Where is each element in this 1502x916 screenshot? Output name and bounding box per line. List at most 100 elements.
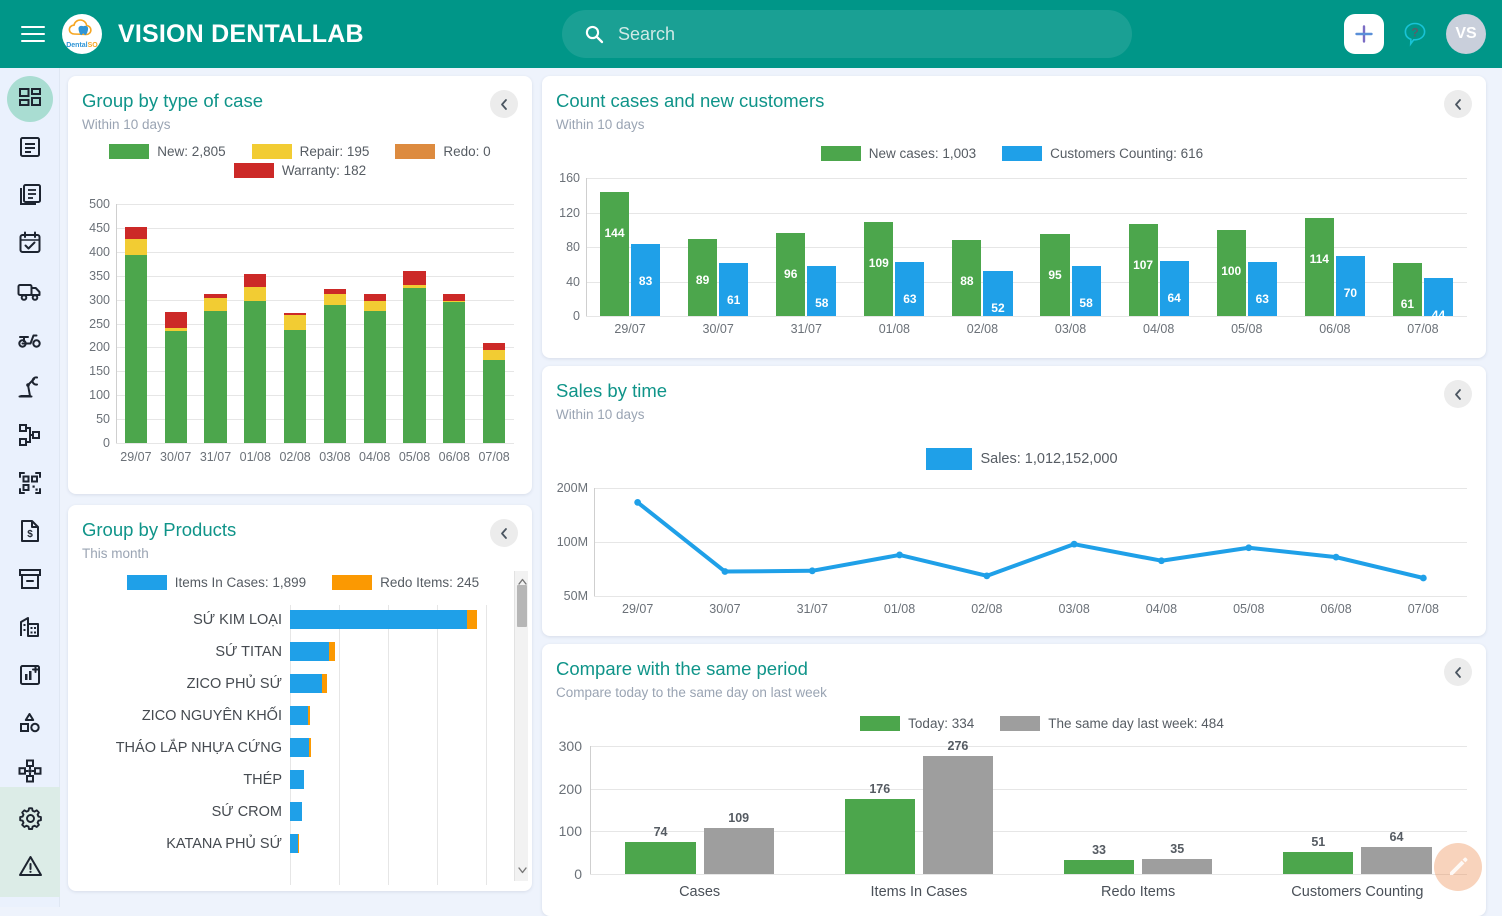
bar-segment-repair [483,350,505,360]
bar-value-label: 176 [845,782,915,796]
bar-segment-new [165,331,187,443]
menu-toggle-button[interactable] [6,26,60,42]
sidebar-item-schedule[interactable] [7,220,53,266]
help-button[interactable]: ? [1398,17,1432,51]
gridline [437,605,438,885]
x-axis-tick: 02/08 [955,602,1019,616]
x-axis-tick: 07/08 [466,450,522,464]
sidebar-item-dashboard[interactable] [7,76,53,122]
legend-item[interactable]: Today: 334 [860,716,974,731]
app-logo[interactable]: DentalSO [62,14,102,54]
gridline [586,178,1467,179]
bar-segment-new [204,311,226,443]
card-subtitle: Compare today to the same day on last we… [542,680,1486,700]
product-bar-redo [329,642,335,661]
bar-segment-repair [204,298,226,311]
legend-item[interactable]: New cases: 1,003 [821,146,976,161]
legend-swatch-items-in-cases [127,575,167,590]
legend-item[interactable]: New: 2,805 [109,144,225,159]
sidebar-item-settings[interactable] [7,795,53,841]
bar-value-label: 63 [895,292,924,306]
legend-item[interactable]: Sales: 1,012,152,000 [926,448,1117,470]
legend-item[interactable]: Repair: 195 [252,144,370,159]
add-button[interactable] [1344,14,1384,54]
bar-value-label: 276 [923,739,993,753]
gridline [590,789,1467,790]
archive-box-icon [17,566,43,592]
search-bar[interactable]: Search [562,10,1132,58]
sidebar-bottom-group [0,787,60,897]
y-axis-tick: 100 [550,823,582,839]
scroll-down-arrow-icon[interactable] [518,861,527,879]
x-axis-tick: Customers Counting [1267,884,1447,900]
svg-text:$: $ [27,529,33,540]
collapse-button[interactable] [490,519,518,547]
collapse-button[interactable] [1444,90,1472,118]
x-axis-tick: 06/08 [1304,602,1368,616]
bar-segment-new [244,301,266,443]
scrollbar-thumb[interactable] [517,585,527,627]
sidebar-item-shipping[interactable] [7,316,53,362]
card-sales-by-time: Sales by time Within 10 days Sales: 1,01… [542,366,1486,636]
user-avatar[interactable]: VS [1446,14,1486,54]
legend-item[interactable]: Items In Cases: 1,899 [127,575,306,590]
bar-new-cases: 100 [1217,230,1246,316]
bar-segment-warranty [443,294,465,301]
sidebar-item-qr-scan[interactable] [7,460,53,506]
sidebar-item-alerts[interactable] [7,843,53,889]
bar-customers: 83 [631,244,660,316]
legend-swatch-redo-items [332,575,372,590]
legend-item[interactable]: Customers Counting: 616 [1002,146,1203,161]
bar-value-label: 74 [625,825,695,839]
collapse-button[interactable] [1444,658,1472,686]
legend-item[interactable]: The same day last week: 484 [1000,716,1224,731]
search-input-placeholder[interactable]: Search [618,24,675,45]
bar-new-cases: 95 [1040,234,1069,316]
products-scrollbar[interactable] [514,571,528,881]
sidebar-item-company[interactable] [7,604,53,650]
plus-icon [1353,23,1375,45]
sidebar-item-shapes[interactable] [7,700,53,746]
legend-item[interactable]: Redo: 0 [395,144,490,159]
sidebar-item-delivery[interactable] [7,268,53,314]
legend-item[interactable]: Redo Items: 245 [332,575,479,590]
y-axis-tick: 300 [80,293,110,307]
bar-customers: 64 [1160,261,1189,316]
product-label: SỨ CROM [74,804,282,820]
card-title: Count cases and new customers [542,76,1486,112]
chevron-left-icon [1452,98,1465,111]
product-bar-items [290,802,302,821]
product-bar-redo [309,738,311,757]
y-axis-tick: 0 [80,436,110,450]
collapse-button[interactable] [490,90,518,118]
sidebar-item-workflow[interactable] [7,412,53,458]
bar-value-label: 33 [1064,843,1134,857]
bar-segment-warranty [483,343,505,350]
bar-segment-new [324,305,346,443]
y-axis-line [116,204,117,443]
legend-swatch-sales [926,448,972,470]
y-axis-tick: 160 [550,171,580,185]
bar-customers: 58 [1072,266,1101,316]
sidebar-item-invoices[interactable]: $ [7,508,53,554]
sidebar-item-reports[interactable] [7,652,53,698]
sidebar-item-orders[interactable] [7,124,53,170]
gridline [590,746,1467,747]
bar-value-label: 61 [719,293,748,307]
product-bar-items [290,706,308,725]
gridline [586,213,1467,214]
bar-value-label: 88 [952,274,981,288]
sidebar-item-production[interactable] [7,364,53,410]
sidebar-item-inventory[interactable] [7,556,53,602]
document-lines-icon [17,134,43,160]
x-axis-tick: 05/08 [1215,322,1279,336]
product-label: THÉP [74,772,282,788]
legend-label-repair: Repair: 195 [300,144,370,159]
collapse-button[interactable] [1444,380,1472,408]
edit-fab[interactable] [1434,843,1482,891]
sidebar-item-cases[interactable] [7,172,53,218]
x-axis-tick: 04/08 [1129,602,1193,616]
legend-item[interactable]: Warranty: 182 [234,163,366,178]
bar-segment-repair [324,294,346,305]
legend-label-new-cases: New cases: 1,003 [869,146,976,161]
